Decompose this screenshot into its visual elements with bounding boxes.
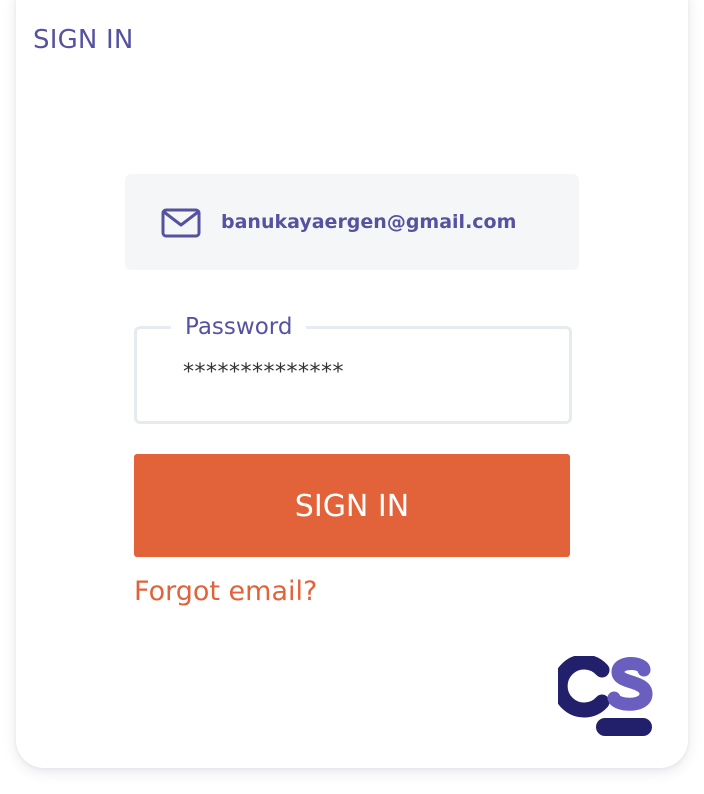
- password-input[interactable]: **************: [183, 359, 344, 387]
- sign-in-button[interactable]: SIGN IN: [134, 454, 570, 557]
- password-label: Password: [171, 311, 307, 343]
- forgot-email-link[interactable]: Forgot email?: [134, 574, 317, 610]
- email-address: banukayaergen@gmail.com: [221, 211, 517, 233]
- password-field[interactable]: Password **************: [134, 311, 572, 424]
- mail-icon: [161, 208, 201, 238]
- page-title: SIGN IN: [33, 25, 134, 55]
- email-display: banukayaergen@gmail.com: [125, 174, 579, 270]
- cs-logo: [552, 654, 658, 740]
